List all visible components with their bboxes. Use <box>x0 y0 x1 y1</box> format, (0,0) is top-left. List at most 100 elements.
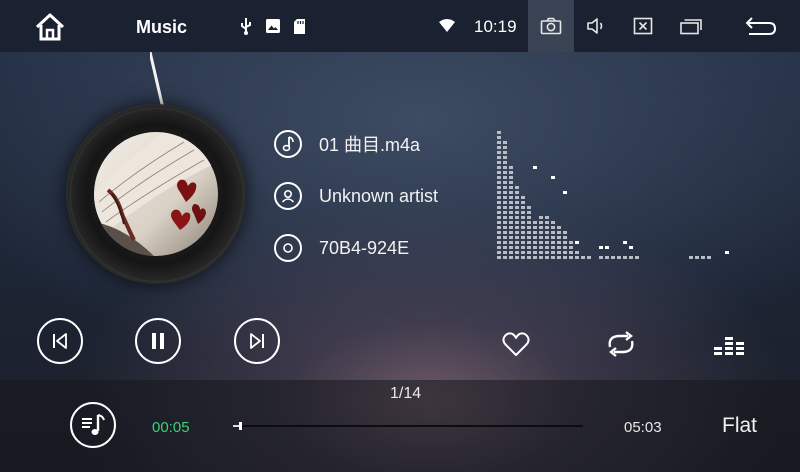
playlist-icon <box>82 414 105 435</box>
previous-button[interactable] <box>37 318 83 364</box>
spectrum-bar-segment <box>521 216 525 219</box>
spectrum-bar-segment <box>503 236 507 239</box>
sd-card-icon <box>292 16 306 36</box>
artist-row: Unknown artist <box>274 180 438 212</box>
spectrum-bar-segment <box>527 256 531 259</box>
spectrum-bar-segment <box>497 231 501 234</box>
spectrum-peak <box>629 246 633 249</box>
spectrum-bar-segment <box>563 251 567 254</box>
spectrum-bar-segment <box>509 241 513 244</box>
spectrum-bar-segment <box>551 231 555 234</box>
spectrum-bar-segment <box>503 196 507 199</box>
spectrum-bar-segment <box>503 256 507 259</box>
spectrum-bar-segment <box>545 246 549 249</box>
spectrum-bar-segment <box>521 231 525 234</box>
eq-preset-label[interactable]: Flat <box>722 414 757 438</box>
spectrum-bar-segment <box>515 191 519 194</box>
repeat-button[interactable] <box>604 327 638 361</box>
spectrum-bar-segment <box>509 246 513 249</box>
spectrum-bar-segment <box>509 236 513 239</box>
spectrum-bar-segment <box>509 216 513 219</box>
favorite-button[interactable] <box>499 327 533 361</box>
playlist-button[interactable] <box>70 402 116 448</box>
spectrum-bar-segment <box>527 211 531 214</box>
spectrum-bar-segment <box>515 221 519 224</box>
spectrum-bar-segment <box>497 256 501 259</box>
progress-thumb[interactable] <box>239 422 242 430</box>
back-button[interactable] <box>744 10 778 42</box>
spectrum-bar-segment <box>509 191 513 194</box>
spectrum-bar-segment <box>503 206 507 209</box>
spectrum-bar-segment <box>503 176 507 179</box>
spectrum-bar-segment <box>533 251 537 254</box>
spectrum-visualizer <box>497 131 729 259</box>
spectrum-bar-segment <box>551 251 555 254</box>
spectrum-bar-segment <box>509 186 513 189</box>
spectrum-bar-segment <box>521 251 525 254</box>
spectrum-bar-segment <box>623 256 627 259</box>
spectrum-bar-segment <box>581 256 585 259</box>
spectrum-bar-segment <box>545 216 549 219</box>
next-button[interactable] <box>234 318 280 364</box>
camera-button[interactable] <box>528 0 574 52</box>
spectrum-bar-segment <box>569 241 573 244</box>
image-icon <box>264 16 282 36</box>
spectrum-peak <box>563 191 567 194</box>
spectrum-bar-segment <box>557 241 561 244</box>
spectrum-bar-segment <box>557 256 561 259</box>
spectrum-bar-segment <box>503 191 507 194</box>
spectrum-bar-segment <box>497 216 501 219</box>
spectrum-bar-segment <box>515 241 519 244</box>
spectrum-bar-segment <box>497 186 501 189</box>
spectrum-bar-segment <box>503 241 507 244</box>
spectrum-bar-segment <box>527 221 531 224</box>
spectrum-bar-segment <box>515 226 519 229</box>
spectrum-bar-segment <box>551 246 555 249</box>
pause-icon <box>152 333 164 349</box>
spectrum-bar-segment <box>563 231 567 234</box>
spectrum-bar-segment <box>503 246 507 249</box>
equalizer-button[interactable] <box>712 327 746 361</box>
spectrum-bar-segment <box>497 241 501 244</box>
spectrum-bar-segment <box>497 141 501 144</box>
artist-icon <box>274 182 302 210</box>
spectrum-bar-segment <box>533 231 537 234</box>
spectrum-bar-segment <box>509 181 513 184</box>
recent-apps-button[interactable] <box>674 10 708 42</box>
spectrum-bar-segment <box>497 176 501 179</box>
spectrum-bar-segment <box>587 256 591 259</box>
spectrum-bar-segment <box>503 181 507 184</box>
spectrum-bar-segment <box>539 221 543 224</box>
spectrum-bar-segment <box>551 226 555 229</box>
close-window-icon <box>633 17 653 35</box>
track-counter: 1/14 <box>390 385 422 402</box>
wifi-icon <box>437 16 457 36</box>
spectrum-bar-segment <box>575 256 579 259</box>
spectrum-peak <box>533 166 537 169</box>
spectrum-bar-segment <box>533 236 537 239</box>
spectrum-bar-segment <box>497 151 501 154</box>
spectrum-bar-segment <box>509 176 513 179</box>
spectrum-bar-segment <box>509 211 513 214</box>
spectrum-bar-segment <box>503 251 507 254</box>
spectrum-bar-segment <box>521 221 525 224</box>
home-button[interactable] <box>34 12 66 42</box>
spectrum-bar-segment <box>509 196 513 199</box>
pause-button[interactable] <box>135 318 181 364</box>
spectrum-bar-segment <box>557 231 561 234</box>
progress-bar[interactable] <box>233 422 583 430</box>
spectrum-bar-segment <box>539 216 543 219</box>
spectrum-bar-segment <box>509 251 513 254</box>
spectrum-bar-segment <box>515 201 519 204</box>
spectrum-bar-segment <box>551 256 555 259</box>
spectrum-bar-segment <box>521 256 525 259</box>
spectrum-bar-segment <box>605 256 609 259</box>
close-window-button[interactable] <box>626 10 660 42</box>
spectrum-bar-segment <box>617 256 621 259</box>
spectrum-bar-segment <box>497 191 501 194</box>
spectrum-bar-segment <box>503 221 507 224</box>
spectrum-bar-segment <box>503 226 507 229</box>
spectrum-bar-segment <box>635 256 639 259</box>
volume-button[interactable] <box>580 10 614 42</box>
spectrum-bar-segment <box>539 246 543 249</box>
